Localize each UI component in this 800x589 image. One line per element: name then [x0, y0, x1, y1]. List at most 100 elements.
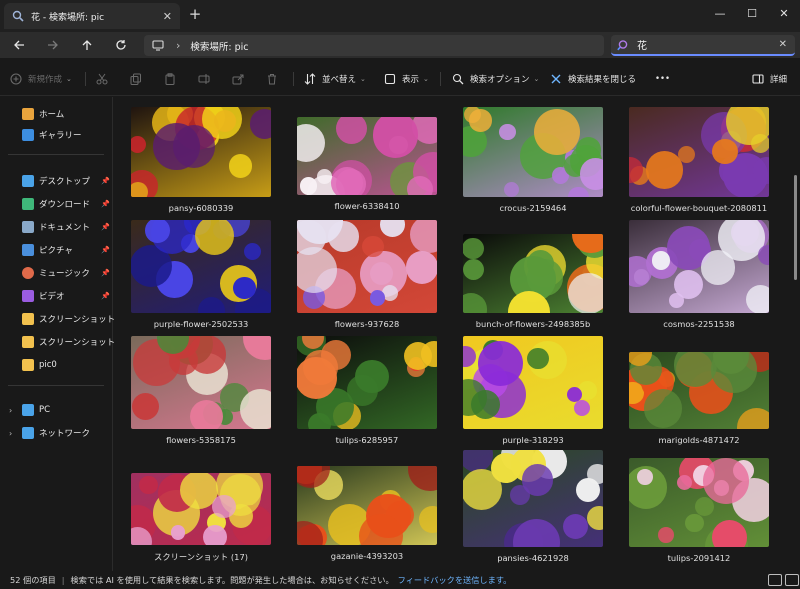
cut-button[interactable]: [96, 69, 114, 89]
image-detail: [527, 347, 549, 370]
image-detail: [233, 276, 256, 299]
feedback-link[interactable]: フィードバックを送信します。: [398, 574, 512, 586]
sidebar-item-label: ネットワーク: [39, 429, 91, 439]
file-thumbnail[interactable]: [463, 107, 603, 197]
file-thumbnail[interactable]: [463, 234, 603, 313]
details-label: 詳細: [770, 75, 788, 85]
scissors-icon: [96, 73, 108, 85]
share-button[interactable]: [232, 69, 250, 89]
more-options-button[interactable]: •••: [655, 69, 670, 89]
file-thumbnail[interactable]: [131, 107, 271, 197]
details-view-button[interactable]: [768, 574, 782, 586]
address-path: 検索場所: pic: [190, 41, 249, 53]
tab-search-results[interactable]: 花 - 検索場所: pic ✕: [4, 3, 180, 29]
file-thumbnail[interactable]: [297, 336, 437, 429]
sidebar-divider: [8, 154, 104, 155]
image-detail: [526, 249, 555, 277]
search-icon: [12, 10, 24, 22]
sidebar-item-pc[interactable]: PC: [22, 401, 112, 419]
back-button[interactable]: [8, 35, 30, 55]
vertical-scrollbar[interactable]: [794, 175, 797, 280]
video-icon: [22, 290, 34, 302]
search-options-button[interactable]: 検索オプション ⌄: [452, 69, 539, 89]
chevron-down-icon: ⌄: [423, 75, 429, 83]
more-icon: •••: [655, 74, 671, 84]
forward-button[interactable]: [42, 35, 64, 55]
pc-icon: [22, 404, 34, 416]
expand-chevron-icon[interactable]: ›: [9, 406, 12, 415]
image-detail: [568, 186, 589, 197]
pin-icon[interactable]: 📌: [101, 177, 110, 185]
file-thumbnail[interactable]: [297, 220, 437, 313]
image-detail: [703, 458, 750, 504]
paste-button[interactable]: [164, 69, 182, 89]
pin-icon[interactable]: 📌: [101, 200, 110, 208]
large-icons-view-button[interactable]: [785, 574, 799, 586]
delete-button[interactable]: [266, 69, 284, 89]
file-name: marigolds-4871472: [658, 435, 740, 445]
new-label: 新規作成: [28, 75, 63, 85]
address-bar[interactable]: › 検索場所: pic: [144, 35, 604, 56]
file-thumbnail[interactable]: [629, 352, 769, 429]
sidebar-item-documents[interactable]: ドキュメント 📌: [22, 218, 112, 236]
arrow-right-icon: [48, 40, 58, 50]
file-thumbnail[interactable]: [131, 220, 271, 313]
rename-button[interactable]: [198, 69, 216, 89]
sort-button[interactable]: 並べ替え ⌄: [304, 69, 366, 89]
sidebar-item-pic0[interactable]: pic0: [22, 356, 112, 374]
image-detail: [463, 237, 484, 260]
pin-icon[interactable]: 📌: [101, 292, 110, 300]
file-thumbnail[interactable]: [463, 336, 603, 429]
image-detail: [202, 524, 227, 545]
file-name: purple-318293: [502, 435, 564, 445]
sidebar-item-screenshots[interactable]: スクリーンショット: [22, 333, 116, 351]
new-button[interactable]: 新規作成 ⌄: [10, 69, 72, 89]
file-name: purple-flower-2502533: [153, 319, 249, 329]
arrow-left-icon: [14, 40, 24, 50]
image-detail: [139, 475, 158, 495]
close-icon: [551, 74, 561, 84]
file-thumbnail[interactable]: [629, 220, 769, 313]
search-input[interactable]: 花 ✕: [611, 35, 795, 56]
file-thumbnail[interactable]: [629, 458, 769, 547]
file-thumbnail[interactable]: [463, 450, 603, 547]
refresh-button[interactable]: [110, 35, 132, 55]
pin-icon[interactable]: 📌: [101, 246, 110, 254]
sidebar-item-network[interactable]: ネットワーク: [22, 424, 112, 442]
sidebar-item-downloads[interactable]: ダウンロード 📌: [22, 195, 112, 213]
file-name: colorful-flower-bouquet-2080811: [630, 203, 768, 213]
toolbar-divider: [293, 72, 294, 86]
image-detail: [303, 350, 338, 385]
close-search-button[interactable]: 検索結果を閉じる: [550, 69, 636, 89]
file-name: flowers-5358175: [166, 435, 236, 445]
file-thumbnail[interactable]: [297, 117, 437, 195]
up-button[interactable]: [76, 35, 98, 55]
maximize-icon: ☐: [747, 6, 757, 20]
view-button[interactable]: 表示 ⌄: [384, 69, 429, 89]
image-detail: [490, 453, 521, 483]
pin-icon[interactable]: 📌: [101, 269, 110, 277]
copy-button[interactable]: [130, 69, 148, 89]
sidebar-item-label: スクリーンショット: [39, 338, 116, 348]
sidebar-item-videos[interactable]: ビデオ 📌: [22, 287, 112, 305]
file-thumbnail[interactable]: [131, 473, 271, 545]
clear-search-icon[interactable]: ✕: [779, 39, 787, 50]
item-count: 52 個の項目: [10, 575, 56, 585]
tab-close-icon[interactable]: ✕: [163, 10, 172, 23]
new-tab-button[interactable]: +: [186, 6, 204, 24]
sidebar-item-desktop[interactable]: デスクトップ 📌: [22, 172, 112, 190]
file-thumbnail[interactable]: [131, 336, 271, 429]
arrow-up-icon: [82, 40, 92, 50]
file-thumbnail[interactable]: [629, 107, 769, 197]
details-pane-button[interactable]: 詳細: [752, 69, 787, 89]
pin-icon[interactable]: 📌: [101, 223, 110, 231]
sidebar-item-home[interactable]: ホーム: [22, 105, 112, 123]
file-thumbnail[interactable]: [297, 466, 437, 545]
sidebar-item-music[interactable]: ミュージック 📌: [22, 264, 112, 282]
image-detail: [195, 220, 235, 256]
sidebar-item-gallery[interactable]: ギャラリー: [22, 126, 112, 144]
sidebar-item-screenshots[interactable]: スクリーンショット: [22, 310, 115, 328]
expand-chevron-icon[interactable]: ›: [9, 429, 12, 438]
close-window-button[interactable]: ✕: [764, 0, 800, 26]
sidebar-item-pictures[interactable]: ピクチャ 📌: [22, 241, 112, 259]
